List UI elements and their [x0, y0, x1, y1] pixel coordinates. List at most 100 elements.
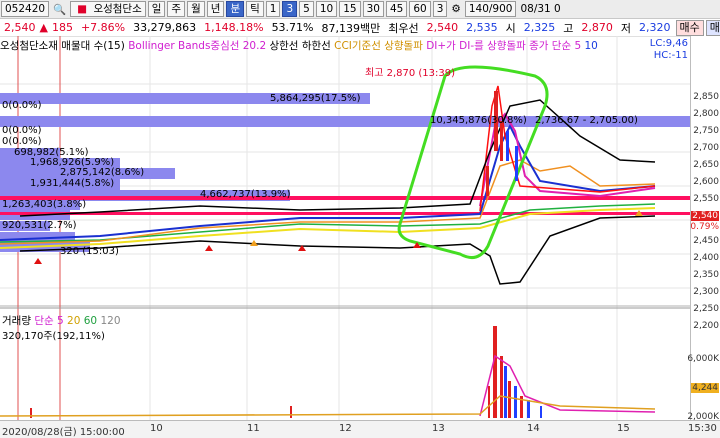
legend-bollinger[interactable]: Bollinger Bands중심선 20.2 — [128, 40, 266, 52]
range-field[interactable]: 140/900 — [464, 1, 517, 17]
best-label: 최우선 — [388, 21, 419, 35]
time-15: 15 — [617, 423, 630, 434]
vol-label: 거래량 — [2, 315, 31, 327]
legend-lower[interactable]: 하한선 — [302, 40, 331, 52]
axis-2350: 2,350 — [693, 270, 719, 280]
code-input[interactable]: 052420 — [1, 1, 50, 17]
legend-di[interactable]: DI+가 DI-를 상향돌파 — [426, 40, 526, 52]
tab-week[interactable]: 주 — [167, 1, 186, 17]
tab-tick[interactable]: 틱 — [246, 1, 264, 17]
interval-1[interactable]: 1 — [265, 1, 281, 17]
axis-2750: 2,750 — [693, 126, 719, 136]
axis-2700: 2,700 — [693, 143, 719, 153]
top-toolbar: 052420 🔍 ■ 오성첨단소 일 주 월 년 분 틱 1 3 5 10 15… — [0, 0, 720, 19]
tab-year[interactable]: 년 — [206, 1, 225, 17]
high-label: 고 — [563, 21, 574, 35]
volume-ratio: 1,148.18% — [204, 21, 264, 34]
time-14: 14 — [527, 423, 540, 434]
vp-label-8: 1,263,403(3.8%) — [2, 199, 87, 210]
low-price: 2,320 — [639, 21, 671, 34]
open-label: 시 — [505, 21, 516, 35]
vol-ma5: 단순 5 — [34, 315, 64, 327]
code-text: 052420 — [5, 3, 46, 15]
low-annotation: 320 (15:03) — [60, 246, 119, 257]
vp-label-2: 10,345,876(30.8%) — [430, 115, 527, 126]
time-10: 10 — [150, 423, 163, 434]
legend-profile[interactable]: 오성첨단소재 매물대 수(15) — [0, 40, 125, 52]
settings-icon[interactable]: ⚙ — [448, 3, 463, 15]
vp-label-zero-2: 0(0.0%) — [2, 125, 42, 136]
turnover: 53.71% — [271, 21, 314, 34]
interval-60[interactable]: 60 — [409, 1, 431, 17]
axis-2200: 2,200 — [693, 321, 719, 331]
legend-upper[interactable]: 상한선 — [269, 40, 298, 52]
vp-label-zero-1: 0(0.0%) — [2, 100, 42, 111]
vol-value: 320,170주(192,11%) — [2, 331, 105, 342]
time-11: 11 — [247, 423, 260, 434]
axis-2600: 2,600 — [693, 177, 719, 187]
time-12: 12 — [339, 423, 352, 434]
interval-30[interactable]: 30 — [362, 1, 384, 17]
last-price-tag: 2,540 — [691, 211, 719, 221]
interval-5[interactable]: 5 — [299, 1, 314, 17]
price-change-pct: +7.86% — [80, 21, 126, 34]
low-label: 저 — [620, 21, 631, 35]
stock-name-box[interactable]: ■ 오성첨단소 — [70, 1, 146, 17]
bb-info: 2,736.67 - 2,705.00) — [535, 115, 638, 126]
last-price: 2,540 — [4, 21, 36, 34]
open-price: 2,325 — [523, 21, 556, 34]
indicator-legend: 오성첨단소재 매물대 수(15) Bollinger Bands중심선 20.2… — [0, 38, 598, 53]
vp-label-5: 2,875,142(8.6%) — [60, 167, 145, 178]
search-icon[interactable]: 🔍 — [50, 3, 69, 16]
axis-2650: 2,650 — [693, 160, 719, 170]
axis-2250: 2,250 — [693, 304, 719, 314]
time-end: 15:30 — [688, 423, 717, 434]
interval-45[interactable]: 45 — [385, 1, 408, 17]
volume: 33,279,863 — [133, 21, 197, 34]
tab-day[interactable]: 일 — [147, 1, 166, 17]
vp-label-1: 5,864,295(17.5%) — [270, 93, 361, 104]
stock-name: 오성첨단소 — [93, 3, 142, 15]
volume-legend: 거래량 단순 5 20 60 120 — [2, 313, 121, 328]
legend-cci[interactable]: CCI기준선 상향돌파 — [334, 40, 423, 52]
time-start: 2020/08/28(금) 15:00:00 — [2, 427, 125, 438]
price-change: 185 — [51, 21, 73, 34]
ask-price: 2,540 — [426, 21, 459, 34]
high-price: 2,870 — [581, 21, 613, 34]
peak-annotation: 최고 2,870 (13:39) — [365, 68, 456, 79]
vp-label-7: 4,662,737(13.9%) — [200, 189, 291, 200]
interval-15[interactable]: 15 — [339, 1, 361, 17]
change-arrow-icon: ▲ — [39, 21, 48, 34]
amount: 87,139백만 — [321, 21, 381, 35]
tab-minute[interactable]: 분 — [226, 1, 245, 17]
stock-flag-icon: ■ — [77, 3, 88, 15]
vol-axis-tag: 4,244 — [691, 383, 719, 393]
buy-button[interactable]: 매수 — [675, 19, 704, 36]
axis-2800: 2,800 — [693, 109, 719, 119]
hc-label: HC:-11 — [653, 50, 688, 61]
vol-ma60: 60 — [83, 315, 98, 327]
interval-10[interactable]: 10 — [315, 1, 338, 17]
axis-2850: 2,850 — [693, 92, 719, 102]
sell-button[interactable]: 매도 — [705, 19, 720, 36]
time-label: 08/31 0 — [520, 3, 561, 15]
axis-2400: 2,400 — [693, 253, 719, 263]
vp-label-zero-3: 0(0.0%) — [2, 136, 42, 147]
vol-ma120: 120 — [100, 315, 121, 327]
vp-label-9: 920,531(2.7%) — [2, 220, 77, 231]
interval-3[interactable]: 3 — [282, 1, 298, 17]
time-axis: 2020/08/28(금) 15:00:00 10 11 12 13 14 15… — [0, 420, 720, 438]
price-axis: 2,850 2,800 2,750 2,700 2,650 2,600 2,55… — [687, 36, 720, 422]
bid-price: 2,535 — [466, 21, 498, 34]
chart-area[interactable]: 오성첨단소재 매물대 수(15) Bollinger Bands중심선 20.2… — [0, 36, 690, 420]
lc-label: LC:9,46 — [649, 38, 688, 49]
vol-ma20: 20 — [67, 315, 81, 327]
legend-ma5[interactable]: 종가 단순 5 — [529, 40, 581, 52]
tab-month[interactable]: 월 — [187, 1, 205, 17]
axis-2450: 2,450 — [693, 236, 719, 246]
time-13: 13 — [432, 423, 445, 434]
period-select[interactable]: 3 — [432, 1, 448, 17]
legend-ma10[interactable]: 10 — [584, 40, 597, 52]
pct-tag: 0.79% — [690, 222, 719, 232]
vp-label-6: 1,931,444(5.8%) — [30, 178, 115, 189]
